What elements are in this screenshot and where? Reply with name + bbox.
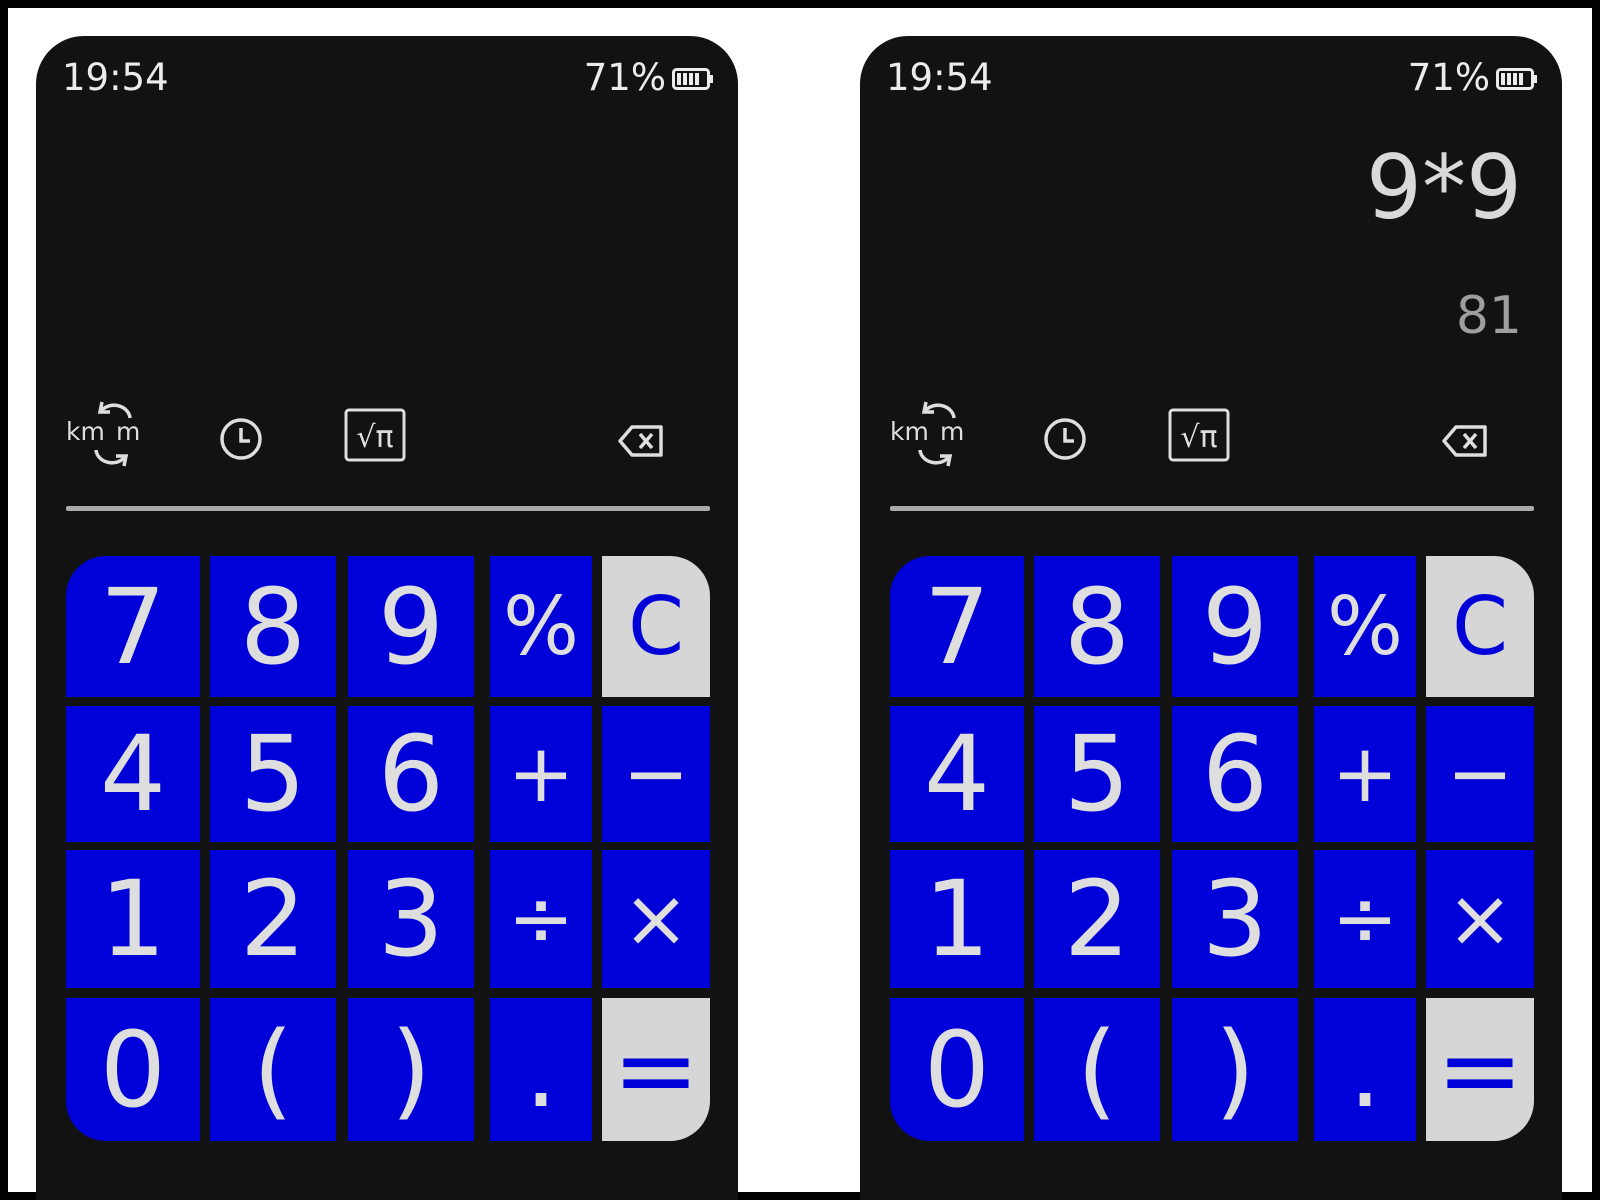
key-clear[interactable]: C: [602, 556, 710, 697]
key-plus[interactable]: +: [1314, 706, 1416, 842]
scientific-sqrt-pi-icon[interactable]: √π: [344, 408, 406, 462]
key-2[interactable]: 2: [1034, 850, 1160, 988]
key-right-paren[interactable]: ): [1172, 998, 1298, 1141]
history-clock-icon[interactable]: [218, 416, 264, 462]
key-left-paren[interactable]: (: [1034, 998, 1160, 1141]
key-8[interactable]: 8: [1034, 556, 1160, 697]
status-battery-percent: 71%: [583, 56, 666, 99]
battery-icon: [1496, 68, 1537, 90]
svg-text:km: km: [890, 417, 929, 446]
key-decimal-point[interactable]: .: [1314, 998, 1416, 1141]
unit-converter-icon[interactable]: km m: [890, 396, 976, 472]
key-divide[interactable]: ÷: [1314, 850, 1416, 988]
key-equals[interactable]: =: [1426, 998, 1534, 1141]
key-4[interactable]: 4: [66, 706, 200, 842]
key-4[interactable]: 4: [890, 706, 1024, 842]
display-divider: [890, 506, 1534, 511]
key-multiply[interactable]: ×: [602, 850, 710, 988]
key-0[interactable]: 0: [890, 998, 1024, 1141]
key-9[interactable]: 9: [348, 556, 474, 697]
key-minus[interactable]: −: [602, 706, 710, 842]
svg-text:m: m: [116, 417, 140, 446]
key-left-paren[interactable]: (: [210, 998, 336, 1141]
svg-text:km: km: [66, 417, 105, 446]
key-1[interactable]: 1: [890, 850, 1024, 988]
key-multiply[interactable]: ×: [1426, 850, 1534, 988]
key-7[interactable]: 7: [890, 556, 1024, 697]
battery-icon: [672, 68, 713, 90]
key-1[interactable]: 1: [66, 850, 200, 988]
scientific-sqrt-pi-icon[interactable]: √π: [1168, 408, 1230, 462]
key-equals[interactable]: =: [602, 998, 710, 1141]
key-6[interactable]: 6: [348, 706, 474, 842]
calculator-screen-empty: 19:54 71% km m √π 7 8 9 % C 4 5 6 + − 1 …: [36, 36, 738, 1200]
svg-text:m: m: [940, 417, 964, 446]
key-9[interactable]: 9: [1172, 556, 1298, 697]
key-2[interactable]: 2: [210, 850, 336, 988]
key-clear[interactable]: C: [1426, 556, 1534, 697]
unit-converter-icon[interactable]: km m: [66, 396, 152, 472]
key-5[interactable]: 5: [1034, 706, 1160, 842]
calculator-screen-result: 19:54 71% 9*9 81 km m √π 7 8 9 % C 4 5 6…: [860, 36, 1562, 1200]
key-decimal-point[interactable]: .: [490, 998, 592, 1141]
status-time: 19:54: [886, 56, 993, 99]
key-3[interactable]: 3: [348, 850, 474, 988]
status-time: 19:54: [62, 56, 169, 99]
keypad: 7 8 9 % C 4 5 6 + − 1 2 3 ÷ × 0 ( ) . =: [890, 556, 1534, 1141]
key-7[interactable]: 7: [66, 556, 200, 697]
key-divide[interactable]: ÷: [490, 850, 592, 988]
key-right-paren[interactable]: ): [348, 998, 474, 1141]
expression-display: 9*9: [1366, 136, 1522, 239]
key-minus[interactable]: −: [1426, 706, 1534, 842]
result-display: 81: [1455, 286, 1522, 346]
backspace-icon[interactable]: [618, 424, 664, 458]
keypad: 7 8 9 % C 4 5 6 + − 1 2 3 ÷ × 0 ( ) . =: [66, 556, 710, 1141]
status-battery-percent: 71%: [1407, 56, 1490, 99]
history-clock-icon[interactable]: [1042, 416, 1088, 462]
key-3[interactable]: 3: [1172, 850, 1298, 988]
key-0[interactable]: 0: [66, 998, 200, 1141]
key-plus[interactable]: +: [490, 706, 592, 842]
svg-text:√π: √π: [356, 420, 393, 455]
key-8[interactable]: 8: [210, 556, 336, 697]
key-percent[interactable]: %: [1314, 556, 1416, 697]
backspace-icon[interactable]: [1442, 424, 1488, 458]
display-divider: [66, 506, 710, 511]
key-6[interactable]: 6: [1172, 706, 1298, 842]
svg-text:√π: √π: [1180, 420, 1217, 455]
key-5[interactable]: 5: [210, 706, 336, 842]
key-percent[interactable]: %: [490, 556, 592, 697]
